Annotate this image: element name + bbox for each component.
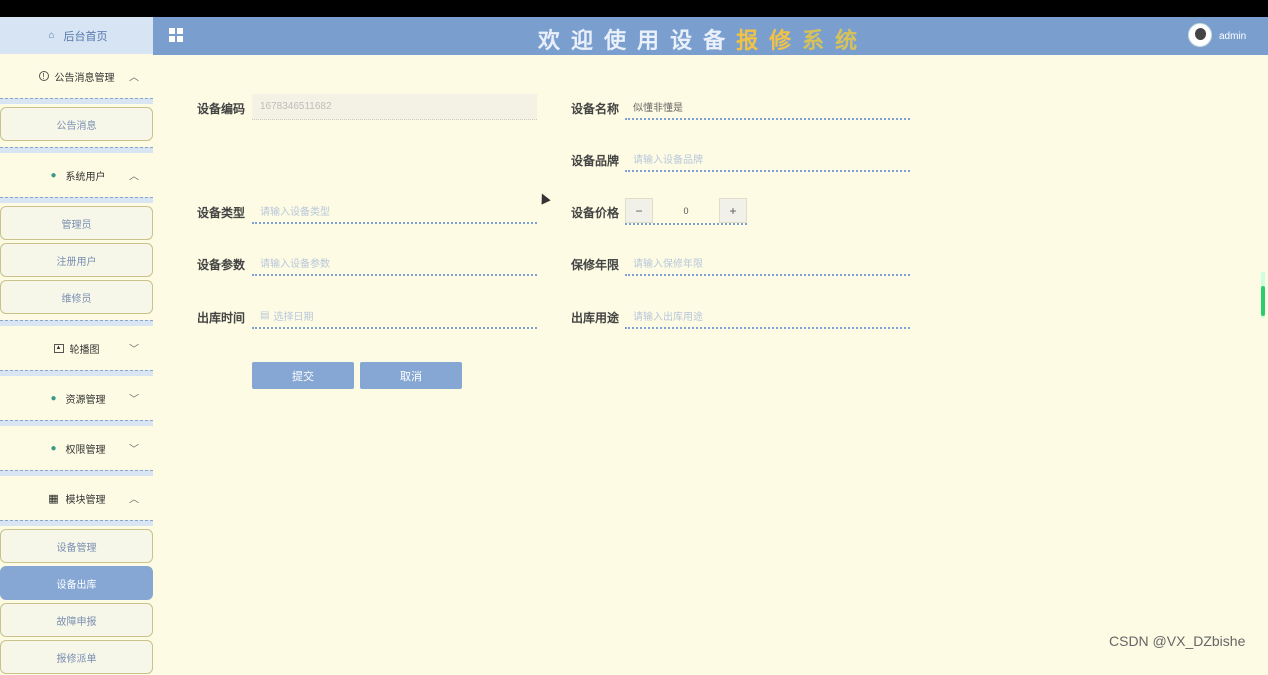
sidebar-item-admin[interactable]: 管理员 xyxy=(0,206,153,240)
decrement-button[interactable]: − xyxy=(625,198,653,223)
device-brand-label: 设备品牌 xyxy=(571,154,620,168)
title-char: 设 xyxy=(670,28,704,53)
scrollbar[interactable] xyxy=(1261,272,1265,318)
device-type-label: 设备类型 xyxy=(197,206,246,220)
user-icon: ● xyxy=(50,442,57,454)
chevron-down-icon: ﹀ xyxy=(129,394,139,406)
menu-resources[interactable]: ● 资源管理 ﹀ xyxy=(0,376,153,420)
sidebar-item-device-management[interactable]: 设备管理 xyxy=(0,529,153,563)
out-purpose-label: 出库用途 xyxy=(571,311,620,325)
divider xyxy=(0,197,153,203)
user-icon: ● xyxy=(50,169,57,181)
warranty-field[interactable]: 请输入保修年限 xyxy=(625,250,910,276)
image-icon: ▲ xyxy=(53,343,64,353)
out-time-label: 出库时间 xyxy=(197,311,246,325)
menu-label: 轮播图 xyxy=(69,344,100,356)
menu-label: 权限管理 xyxy=(65,444,106,456)
info-icon: ! xyxy=(38,71,49,81)
chevron-up-icon: ︿ xyxy=(129,171,139,183)
menu-label: 模块管理 xyxy=(65,494,106,506)
title-char: 使 xyxy=(604,28,638,53)
device-price-label: 设备价格 xyxy=(571,206,620,220)
sidebar-item-repair-dispatch[interactable]: 报修派单 xyxy=(0,640,153,674)
title-char: 统 xyxy=(835,28,869,53)
menu-label: 系统用户 xyxy=(65,171,106,183)
submit-button[interactable]: 提交 xyxy=(252,362,354,389)
menu-system-users[interactable]: ● 系统用户 ︿ xyxy=(0,153,153,197)
out-purpose-field[interactable]: 请输入出库用途 xyxy=(625,303,910,329)
title-char: 系 xyxy=(802,28,836,53)
out-time-datepicker[interactable]: ▤ 选择日期 xyxy=(252,303,537,329)
home-icon: ⌂ xyxy=(48,30,55,41)
title-char: 报 xyxy=(736,28,770,53)
device-name-label: 设备名称 xyxy=(571,102,620,116)
device-code-label: 设备编码 xyxy=(197,102,246,116)
warranty-label: 保修年限 xyxy=(571,258,620,272)
sidebar-item-repairman[interactable]: 维修员 xyxy=(0,280,153,314)
sidebar-item-device-outbound[interactable]: 设备出库 xyxy=(0,566,153,600)
device-params-field[interactable]: 请输入设备参数 xyxy=(252,250,537,276)
grid-icon: ▦ xyxy=(48,492,59,505)
sidebar-home[interactable]: ⌂ 后台首页 xyxy=(0,17,153,54)
sidebar-home-label: 后台首页 xyxy=(63,30,108,43)
bulb-icon: ● xyxy=(50,392,57,404)
sidebar-item-fault-report[interactable]: 故障申报 xyxy=(0,603,153,637)
out-time-placeholder: 选择日期 xyxy=(273,311,314,323)
sidebar-item-registered-user[interactable]: 注册用户 xyxy=(0,243,153,277)
mouse-cursor-icon xyxy=(537,191,551,205)
chevron-up-icon: ︿ xyxy=(129,72,139,84)
title-char: 修 xyxy=(769,28,803,53)
divider xyxy=(0,98,153,104)
page-title: 欢迎使用设备报修系统 xyxy=(538,23,868,55)
chevron-down-icon: ﹀ xyxy=(129,444,139,456)
avatar[interactable] xyxy=(1188,23,1212,47)
device-price-stepper[interactable]: − 0 + xyxy=(625,198,747,225)
sidebar-item-announcement[interactable]: 公告消息 xyxy=(0,107,153,141)
menu-label: 公告消息管理 xyxy=(54,72,115,84)
top-header: 欢迎使用设备报修系统 admin xyxy=(153,17,1268,55)
menu-announcements[interactable]: ! 公告消息管理 ︿ xyxy=(0,54,153,98)
divider xyxy=(0,520,153,526)
increment-button[interactable]: + xyxy=(719,198,747,223)
sidebar: ⌂ 后台首页 ! 公告消息管理 ︿ 公告消息 ● 系统用户 ︿ 管理员 注册用户… xyxy=(0,17,153,675)
title-char: 欢 xyxy=(538,28,572,53)
username[interactable]: admin xyxy=(1219,31,1246,42)
cancel-button[interactable]: 取消 xyxy=(360,362,462,389)
title-char: 迎 xyxy=(571,28,605,53)
title-char: 用 xyxy=(637,28,671,53)
chevron-down-icon: ﹀ xyxy=(129,344,139,356)
device-type-field[interactable]: 请输入设备类型 xyxy=(252,198,537,224)
app-frame: ⌂ 后台首页 ! 公告消息管理 ︿ 公告消息 ● 系统用户 ︿ 管理员 注册用户… xyxy=(0,17,1268,675)
calendar-icon: ▤ xyxy=(260,309,270,321)
device-name-field[interactable]: 似懂非懂是 xyxy=(625,94,910,120)
watermark: CSDN @VX_DZbishe xyxy=(1109,633,1246,649)
menu-carousel[interactable]: ▲ 轮播图 ﹀ xyxy=(0,326,153,370)
title-char: 备 xyxy=(703,28,737,53)
device-code-field: 1678346511682 xyxy=(252,94,537,120)
price-value[interactable]: 0 xyxy=(653,198,719,223)
device-brand-field[interactable]: 请输入设备品牌 xyxy=(625,146,910,172)
device-params-label: 设备参数 xyxy=(197,258,246,272)
menu-toggle-icon[interactable] xyxy=(169,28,183,42)
menu-modules[interactable]: ▦ 模块管理 ︿ xyxy=(0,476,153,520)
chevron-up-icon: ︿ xyxy=(129,494,139,506)
menu-permissions[interactable]: ● 权限管理 ﹀ xyxy=(0,426,153,470)
menu-label: 资源管理 xyxy=(65,394,106,406)
